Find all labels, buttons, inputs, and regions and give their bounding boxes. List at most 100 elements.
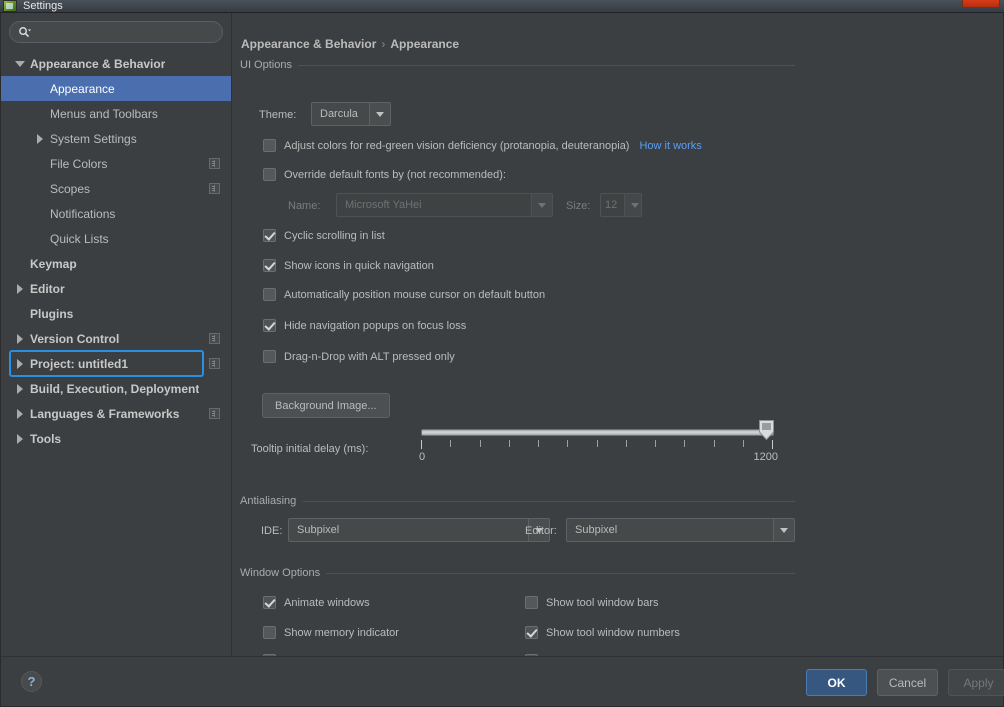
sidebar-item-appearance-behavior[interactable]: Appearance & Behavior bbox=[1, 51, 231, 76]
how-it-works-link[interactable]: How it works bbox=[639, 140, 701, 152]
checkbox-label: Show tool window numbers bbox=[546, 626, 680, 639]
slider-tick bbox=[743, 440, 744, 447]
checkbox-cyclic-scrolling-in-list[interactable] bbox=[263, 229, 276, 242]
chevron-right-icon[interactable] bbox=[14, 408, 25, 419]
slider-handle[interactable] bbox=[759, 420, 774, 440]
editor-antialiasing-label: Editor: bbox=[525, 525, 557, 537]
sidebar-item-label: Scopes bbox=[50, 181, 91, 196]
sidebar-item-appearance[interactable]: Appearance bbox=[1, 76, 231, 101]
ui-options-divider bbox=[293, 65, 795, 66]
close-icon[interactable] bbox=[962, 0, 1000, 8]
slider-tick bbox=[684, 440, 685, 447]
chevron-right-icon[interactable] bbox=[34, 133, 45, 144]
search-container bbox=[1, 13, 231, 47]
chevron-right-icon[interactable] bbox=[14, 358, 25, 369]
sidebar-item-version-control[interactable]: Version Control bbox=[1, 326, 231, 351]
checkbox-row-cyclic-scrolling-in-list[interactable]: Cyclic scrolling in list bbox=[263, 229, 385, 242]
checkbox-label: Show tool window bars bbox=[546, 596, 659, 609]
settings-tree[interactable]: Appearance & Behavior Appearance Menus and… bbox=[1, 51, 231, 656]
font-name-select[interactable]: Microsoft YaHei bbox=[336, 193, 553, 217]
chevron-down-icon bbox=[773, 519, 794, 541]
sidebar-item-project-untitled1[interactable]: Project: untitled1 bbox=[1, 351, 231, 376]
sidebar-item-languages-frameworks[interactable]: Languages & Frameworks bbox=[1, 401, 231, 426]
ui-options-section-label: UI Options bbox=[240, 59, 298, 71]
slider-tick bbox=[567, 440, 568, 447]
sidebar-item-system-settings[interactable]: System Settings bbox=[1, 126, 231, 151]
sidebar-item-plugins[interactable]: Plugins bbox=[1, 301, 231, 326]
font-size-value: 12 bbox=[605, 199, 618, 211]
chevron-right-icon[interactable] bbox=[14, 333, 25, 344]
checkbox-row-show-memory-indicator[interactable]: Show memory indicator bbox=[263, 626, 399, 639]
search-input[interactable] bbox=[36, 22, 216, 42]
apply-button: Apply bbox=[948, 669, 1004, 696]
sidebar-item-file-colors[interactable]: File Colors bbox=[1, 151, 231, 176]
checkbox-show-icons-in-quick-navigation[interactable] bbox=[263, 259, 276, 272]
chevron-right-icon[interactable] bbox=[14, 383, 25, 394]
cancel-button[interactable]: Cancel bbox=[877, 669, 938, 696]
checkbox-label: Animate windows bbox=[284, 596, 370, 609]
sidebar-item-editor[interactable]: Editor bbox=[1, 276, 231, 301]
adjust-colors-checkbox[interactable] bbox=[263, 139, 276, 152]
checkbox-row-show-tool-window-bars[interactable]: Show tool window bars bbox=[525, 596, 659, 609]
ide-antialiasing-select[interactable]: Subpixel bbox=[288, 518, 550, 542]
checkbox-show-tool-window-numbers[interactable] bbox=[525, 626, 538, 639]
window-title-bar: Settings bbox=[0, 0, 1004, 13]
slider-track[interactable] bbox=[421, 429, 774, 436]
checkbox-row-hide-navigation-popups-on-focus-loss[interactable]: Hide navigation popups on focus loss bbox=[263, 319, 466, 332]
settings-content-panel: Appearance & Behavior › Appearance UI Opti… bbox=[233, 13, 1003, 656]
background-image-button[interactable]: Background Image... bbox=[262, 393, 390, 418]
sidebar-item-label: Notifications bbox=[50, 206, 116, 221]
chevron-right-icon[interactable] bbox=[14, 433, 25, 444]
sidebar-item-label: Languages & Frameworks bbox=[30, 406, 180, 421]
window-options-divider bbox=[323, 573, 795, 574]
sidebar-item-label: Appearance bbox=[50, 81, 115, 96]
checkbox-row-show-tool-window-numbers[interactable]: Show tool window numbers bbox=[525, 626, 680, 639]
breadcrumb-leaf: Appearance bbox=[390, 37, 460, 51]
override-fonts-row[interactable]: Override default fonts by (not recommend… bbox=[263, 168, 506, 181]
sidebar-item-label: Project: untitled1 bbox=[30, 356, 129, 371]
checkbox-hide-navigation-popups-on-focus-loss[interactable] bbox=[263, 319, 276, 332]
sidebar-item-menus-and-toolbars[interactable]: Menus and Toolbars bbox=[1, 101, 231, 126]
settings-sidebar: Appearance & Behavior Appearance Menus and… bbox=[1, 13, 232, 656]
slider-min-label: 0 bbox=[419, 451, 426, 463]
sidebar-item-keymap[interactable]: Keymap bbox=[1, 251, 231, 276]
override-fonts-label: Override default fonts by (not recommend… bbox=[284, 168, 506, 181]
chevron-down-icon[interactable] bbox=[14, 58, 25, 69]
sidebar-item-label: Keymap bbox=[30, 256, 77, 271]
checkbox-row-drag-n-drop-with-alt-pressed-only[interactable]: Drag-n-Drop with ALT pressed only bbox=[263, 350, 455, 363]
sidebar-item-quick-lists[interactable]: Quick Lists bbox=[1, 226, 231, 251]
checkbox-show-tool-window-bars[interactable] bbox=[525, 596, 538, 609]
search-box[interactable] bbox=[9, 21, 223, 43]
checkbox-automatically-position-mouse-cursor-on-default-button[interactable] bbox=[263, 288, 276, 301]
checkbox-animate-windows[interactable] bbox=[263, 596, 276, 609]
tooltip-delay-label: Tooltip initial delay (ms): bbox=[251, 443, 369, 455]
theme-select[interactable]: Darcula bbox=[311, 102, 391, 126]
checkbox-row-animate-windows[interactable]: Animate windows bbox=[263, 596, 370, 609]
sidebar-item-scopes[interactable]: Scopes bbox=[1, 176, 231, 201]
breadcrumb-root[interactable]: Appearance & Behavior bbox=[241, 37, 376, 51]
chevron-down-icon bbox=[531, 194, 552, 216]
slider-tick bbox=[538, 440, 539, 447]
tooltip-delay-slider[interactable]: 0 1200 bbox=[419, 420, 778, 474]
sidebar-item-label: Tools bbox=[30, 431, 62, 446]
question-mark-icon[interactable]: ? bbox=[21, 671, 42, 692]
dialog-footer: ? OK Cancel Apply bbox=[1, 656, 1004, 706]
sidebar-item-build-execution-deployment[interactable]: Build, Execution, Deployment bbox=[1, 376, 231, 401]
override-fonts-checkbox[interactable] bbox=[263, 168, 276, 181]
checkbox-drag-n-drop-with-alt-pressed-only[interactable] bbox=[263, 350, 276, 363]
checkbox-show-memory-indicator[interactable] bbox=[263, 626, 276, 639]
editor-antialiasing-select[interactable]: Subpixel bbox=[566, 518, 795, 542]
chevron-right-icon[interactable] bbox=[14, 283, 25, 294]
sidebar-item-tools[interactable]: Tools bbox=[1, 426, 231, 451]
checkbox-row-show-icons-in-quick-navigation[interactable]: Show icons in quick navigation bbox=[263, 259, 434, 272]
ok-button[interactable]: OK bbox=[806, 669, 867, 696]
sidebar-item-notifications[interactable]: Notifications bbox=[1, 201, 231, 226]
search-icon bbox=[19, 27, 31, 38]
font-size-select[interactable]: 12 bbox=[600, 193, 642, 217]
checkbox-row-automatically-position-mouse-cursor-on-default-button[interactable]: Automatically position mouse cursor on d… bbox=[263, 288, 545, 301]
adjust-colors-row[interactable]: Adjust colors for red-green vision defic… bbox=[263, 139, 702, 152]
theme-select-value: Darcula bbox=[320, 108, 358, 120]
